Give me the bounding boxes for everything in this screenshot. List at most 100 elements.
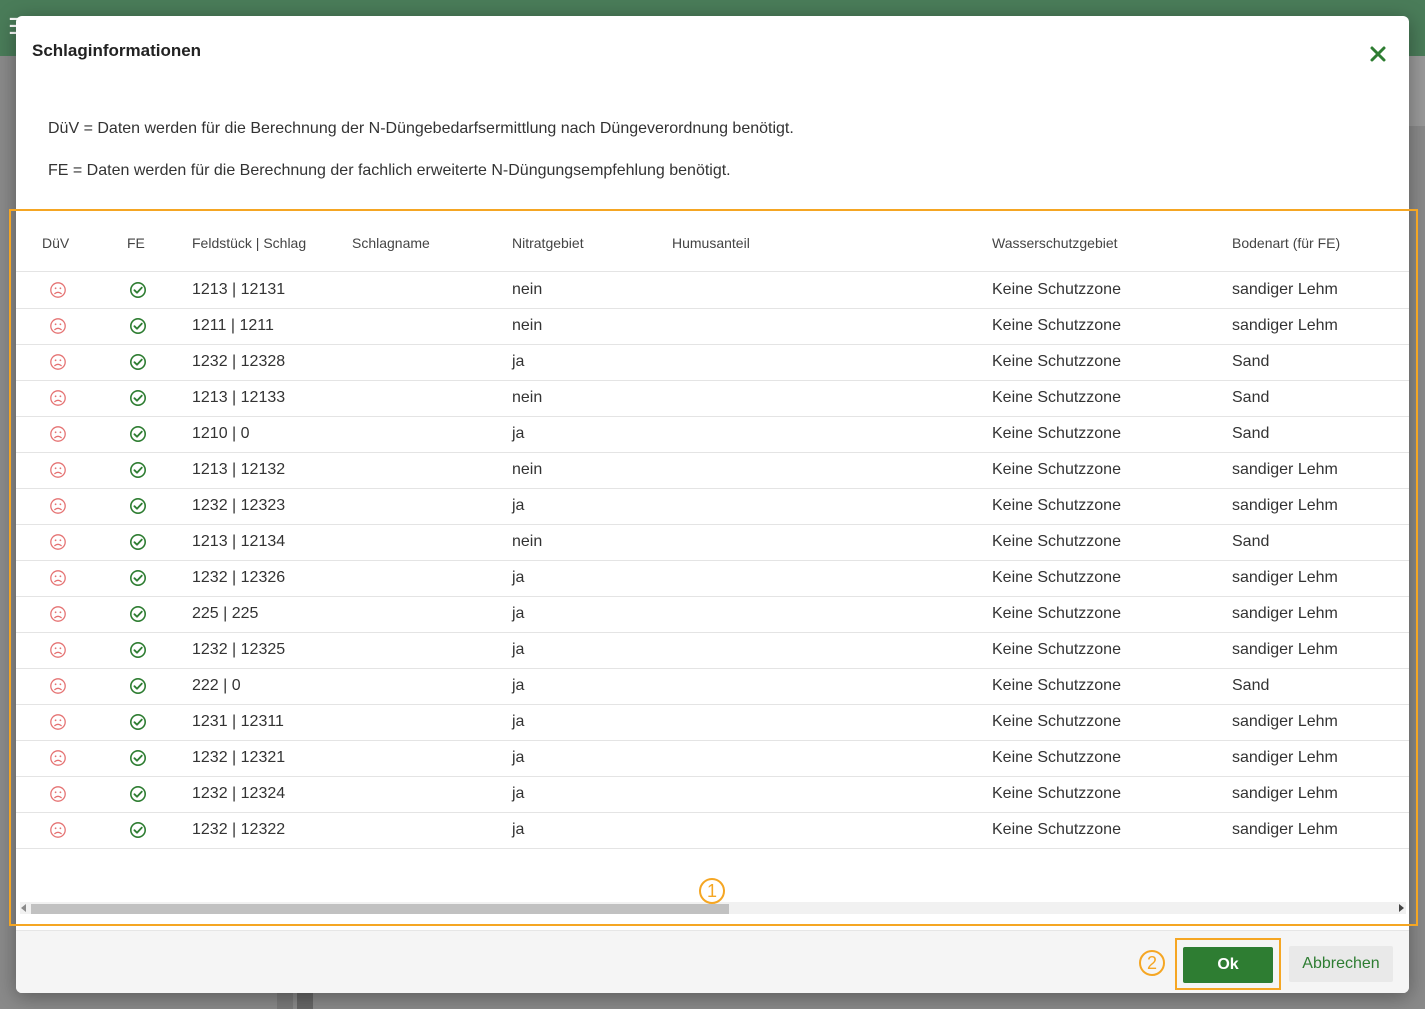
cell-nitratgebiet: ja bbox=[512, 713, 525, 730]
table-row[interactable]: 1232 | 12321 ja Keine Schutzzone sandiger L… bbox=[16, 740, 1409, 777]
table-row[interactable]: 1232 | 12326 ja Keine Schutzzone sandiger L… bbox=[16, 560, 1409, 597]
column-header-duev[interactable]: DüV bbox=[42, 235, 69, 251]
cell-nitratgebiet: nein bbox=[512, 389, 543, 406]
sad-face-icon bbox=[49, 425, 67, 443]
cell-feldstueck-schlag: 1211 | 1211 bbox=[192, 317, 274, 334]
cell-bodenart: sandiger Lehm bbox=[1232, 821, 1338, 838]
check-circle-icon bbox=[129, 425, 147, 443]
info-fe-text: FE = Daten werden für die Berechnung der… bbox=[48, 162, 731, 179]
table-row[interactable]: 1213 | 12134 nein Keine Schutzzone Sand bbox=[16, 524, 1409, 561]
check-circle-icon bbox=[129, 677, 147, 695]
cell-nitratgebiet: nein bbox=[512, 281, 543, 298]
table-row[interactable]: 1232 | 12324 ja Keine Schutzzone sandiger L… bbox=[16, 776, 1409, 813]
cell-feldstueck-schlag: 1213 | 12132 bbox=[192, 461, 286, 478]
table-row[interactable]: 1232 | 12328 ja Keine Schutzzone Sand bbox=[16, 344, 1409, 381]
cell-bodenart: Sand bbox=[1232, 353, 1270, 370]
sad-face-icon bbox=[49, 533, 67, 551]
sad-face-icon bbox=[49, 497, 67, 515]
schlaginformationen-dialog: Schlaginformationen DüV = Daten werden f… bbox=[16, 16, 1409, 993]
table-row[interactable]: 1232 | 12323 ja Keine Schutzzone sandiger L… bbox=[16, 488, 1409, 525]
cell-nitratgebiet: nein bbox=[512, 461, 543, 478]
schlag-table: DüV FE Feldstück | Schlag Schlagname Nit… bbox=[16, 212, 1409, 920]
cell-wasserschutzgebiet: Keine Schutzzone bbox=[992, 605, 1121, 622]
table-row[interactable]: 1211 | 1211 nein Keine Schutzzone sandiger … bbox=[16, 308, 1409, 345]
check-circle-icon bbox=[129, 461, 147, 479]
table-row[interactable]: 1213 | 12133 nein Keine Schutzzone Sand bbox=[16, 380, 1409, 417]
check-circle-icon bbox=[129, 641, 147, 659]
check-circle-icon bbox=[129, 713, 147, 731]
cell-wasserschutzgebiet: Keine Schutzzone bbox=[992, 713, 1121, 730]
table-row[interactable]: 225 | 225 ja Keine Schutzzone sandiger Lehm bbox=[16, 596, 1409, 633]
column-header-bodenart[interactable]: Bodenart (für FE) bbox=[1232, 235, 1340, 251]
cell-feldstueck-schlag: 1232 | 12321 bbox=[192, 749, 286, 766]
cell-wasserschutzgebiet: Keine Schutzzone bbox=[992, 569, 1121, 586]
cell-feldstueck-schlag: 1232 | 12326 bbox=[192, 569, 286, 586]
sad-face-icon bbox=[49, 569, 67, 587]
sad-face-icon bbox=[49, 713, 67, 731]
cell-bodenart: sandiger Lehm bbox=[1232, 569, 1338, 586]
check-circle-icon bbox=[129, 785, 147, 803]
table-row[interactable]: 1232 | 12322 ja Keine Schutzzone sandiger L… bbox=[16, 812, 1409, 849]
cell-bodenart: sandiger Lehm bbox=[1232, 461, 1338, 478]
cell-nitratgebiet: ja bbox=[512, 605, 525, 622]
cell-nitratgebiet: ja bbox=[512, 569, 525, 586]
sad-face-icon bbox=[49, 389, 67, 407]
cell-feldstueck-schlag: 1213 | 12131 bbox=[192, 281, 286, 298]
cell-nitratgebiet: ja bbox=[512, 821, 525, 838]
scroll-right-icon[interactable] bbox=[1399, 904, 1404, 912]
sad-face-icon bbox=[49, 785, 67, 803]
column-header-fe[interactable]: FE bbox=[127, 235, 145, 251]
cell-bodenart: Sand bbox=[1232, 389, 1270, 406]
check-circle-icon bbox=[129, 569, 147, 587]
cell-wasserschutzgebiet: Keine Schutzzone bbox=[992, 821, 1121, 838]
table-row[interactable]: 1231 | 12311 ja Keine Schutzzone sandiger L… bbox=[16, 704, 1409, 741]
cell-nitratgebiet: ja bbox=[512, 641, 525, 658]
cell-nitratgebiet: ja bbox=[512, 785, 525, 802]
cell-feldstueck-schlag: 1232 | 12323 bbox=[192, 497, 286, 514]
column-header-wasserschutzgebiet[interactable]: Wasserschutzgebiet bbox=[992, 235, 1118, 251]
cancel-button[interactable]: Abbrechen bbox=[1289, 946, 1393, 982]
check-circle-icon bbox=[129, 317, 147, 335]
check-circle-icon bbox=[129, 821, 147, 839]
table-row[interactable]: 1213 | 12132 nein Keine Schutzzone sandiger… bbox=[16, 452, 1409, 489]
cell-wasserschutzgebiet: Keine Schutzzone bbox=[992, 533, 1121, 550]
cell-nitratgebiet: nein bbox=[512, 533, 543, 550]
check-circle-icon bbox=[129, 353, 147, 371]
table-row[interactable]: 1232 | 12325 ja Keine Schutzzone sandiger L… bbox=[16, 632, 1409, 669]
table-row[interactable]: 1213 | 12131 nein Keine Schutzzone sandiger… bbox=[16, 272, 1409, 309]
column-header-nitratgebiet[interactable]: Nitratgebiet bbox=[512, 235, 584, 251]
cell-feldstueck-schlag: 225 | 225 bbox=[192, 605, 259, 622]
cell-wasserschutzgebiet: Keine Schutzzone bbox=[992, 317, 1121, 334]
ok-button[interactable]: Ok bbox=[1183, 947, 1273, 983]
sad-face-icon bbox=[49, 749, 67, 767]
sad-face-icon bbox=[49, 677, 67, 695]
cell-bodenart: Sand bbox=[1232, 425, 1270, 442]
sad-face-icon bbox=[49, 317, 67, 335]
scroll-left-icon[interactable] bbox=[21, 904, 26, 912]
scrollbar-thumb[interactable] bbox=[31, 904, 729, 914]
sad-face-icon bbox=[49, 281, 67, 299]
cell-bodenart: sandiger Lehm bbox=[1232, 605, 1338, 622]
sad-face-icon bbox=[49, 353, 67, 371]
close-icon[interactable] bbox=[1366, 42, 1390, 66]
cell-wasserschutzgebiet: Keine Schutzzone bbox=[992, 641, 1121, 658]
table-row[interactable]: 1210 | 0 ja Keine Schutzzone Sand bbox=[16, 416, 1409, 453]
cell-bodenart: Sand bbox=[1232, 677, 1270, 694]
cell-feldstueck-schlag: 1232 | 12325 bbox=[192, 641, 286, 658]
column-header-feldstueck-schlag[interactable]: Feldstück | Schlag bbox=[192, 235, 306, 251]
column-header-humusanteil[interactable]: Humusanteil bbox=[672, 235, 750, 251]
dialog-title: Schlaginformationen bbox=[32, 41, 202, 60]
table-row[interactable]: 222 | 0 ja Keine Schutzzone Sand bbox=[16, 668, 1409, 705]
cell-nitratgebiet: ja bbox=[512, 353, 525, 370]
column-header-schlagname[interactable]: Schlagname bbox=[352, 235, 430, 251]
cell-nitratgebiet: ja bbox=[512, 677, 525, 694]
cell-feldstueck-schlag: 1232 | 12328 bbox=[192, 353, 286, 370]
cell-wasserschutzgebiet: Keine Schutzzone bbox=[992, 425, 1121, 442]
sad-face-icon bbox=[49, 641, 67, 659]
cell-bodenart: sandiger Lehm bbox=[1232, 749, 1338, 766]
cell-nitratgebiet: ja bbox=[512, 425, 525, 442]
cell-feldstueck-schlag: 1231 | 12311 bbox=[192, 713, 284, 730]
check-circle-icon bbox=[129, 749, 147, 767]
cell-wasserschutzgebiet: Keine Schutzzone bbox=[992, 281, 1121, 298]
sad-face-icon bbox=[49, 605, 67, 623]
